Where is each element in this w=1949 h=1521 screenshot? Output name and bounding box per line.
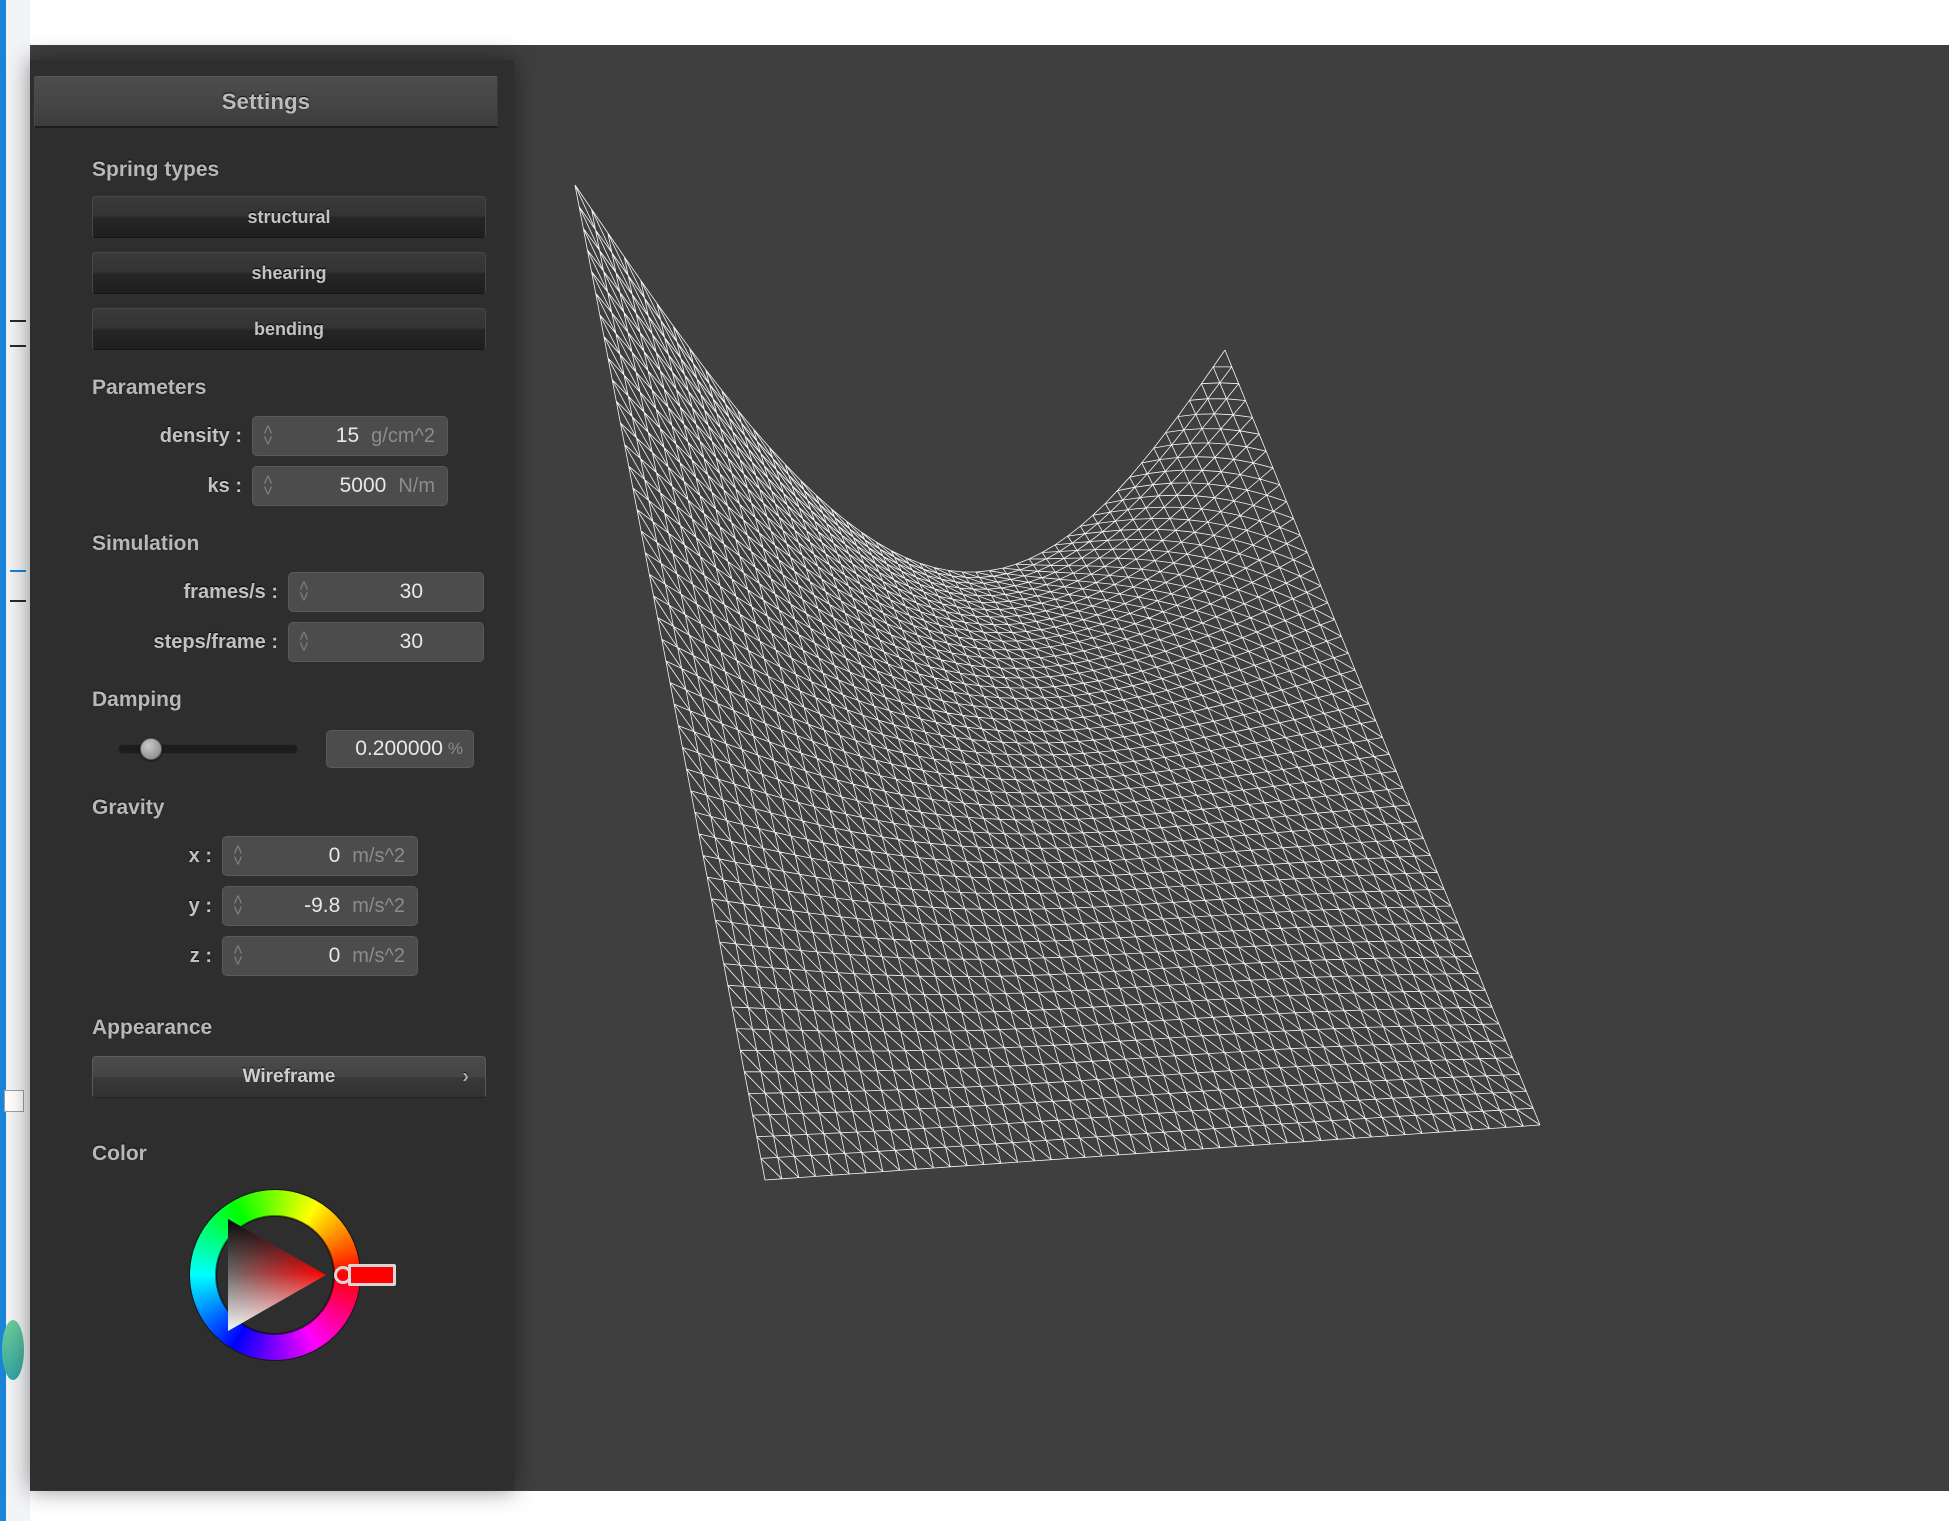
damping-unit: % xyxy=(447,739,463,758)
appearance-mode-label: Wireframe xyxy=(242,1066,336,1087)
gravity-y-unit: m/s^2 xyxy=(352,894,405,917)
field-row-ks: ks : ˄ ˅ 5000 N/m xyxy=(92,466,514,506)
settings-panel: Settings Spring types structural shearin… xyxy=(30,60,514,1490)
field-row-frames-per-second: frames/s : ˄ ˅ 30 xyxy=(92,572,514,612)
spin-down-icon[interactable]: ˅ xyxy=(299,588,309,604)
spring-type-structural-button[interactable]: structural xyxy=(92,196,486,238)
spinner-arrows-icon[interactable]: ˄ ˅ xyxy=(233,942,243,969)
spinner-arrows-icon[interactable]: ˄ ˅ xyxy=(263,472,273,499)
steps-per-frame-value: 30 xyxy=(399,630,423,653)
gravity-y-label: y : xyxy=(188,894,212,917)
spin-down-icon[interactable]: ˅ xyxy=(233,952,243,968)
gravity-y-spinbox[interactable]: ˄ ˅ -9.8 m/s^2 xyxy=(222,886,418,926)
spinner-arrows-icon[interactable]: ˄ ˅ xyxy=(233,892,243,919)
section-header-appearance: Appearance xyxy=(92,1016,213,1039)
gravity-z-unit: m/s^2 xyxy=(352,944,405,967)
density-label: density : xyxy=(159,424,242,447)
damping-slider[interactable] xyxy=(118,738,298,760)
spin-down-icon[interactable]: ˅ xyxy=(233,852,243,868)
field-row-steps-per-frame: steps/frame : ˄ ˅ 30 xyxy=(92,622,514,662)
field-row-gravity-z: z : ˄ ˅ 0 m/s^2 xyxy=(92,936,514,976)
background-window-accent-bar xyxy=(0,0,6,1521)
panel-body: Spring types structural shearing bending… xyxy=(30,130,514,1490)
section-header-simulation: Simulation xyxy=(92,532,200,555)
frames-per-second-label: frames/s : xyxy=(183,580,279,603)
background-window xyxy=(0,0,30,1521)
spring-type-bending-button[interactable]: bending xyxy=(92,308,486,350)
panel-titlebar[interactable]: Settings xyxy=(34,76,498,128)
spring-type-shearing-button[interactable]: shearing xyxy=(92,252,486,294)
steps-per-frame-spinbox[interactable]: ˄ ˅ 30 xyxy=(288,622,484,662)
frames-per-second-value: 30 xyxy=(399,580,423,603)
app-root: Settings Spring types structural shearin… xyxy=(0,0,1949,1521)
spinner-arrows-icon[interactable]: ˄ ˅ xyxy=(299,578,309,605)
spin-down-icon[interactable]: ˅ xyxy=(263,482,273,498)
damping-value-field[interactable]: 0.200000 % xyxy=(326,730,474,768)
gravity-z-label: z : xyxy=(189,944,212,967)
field-row-gravity-x: x : ˄ ˅ 0 m/s^2 xyxy=(92,836,514,876)
gravity-z-spinbox[interactable]: ˄ ˅ 0 m/s^2 xyxy=(222,936,418,976)
panel-title: Settings xyxy=(221,88,311,114)
field-row-density: density : ˄ ˅ 15 g/cm^2 xyxy=(92,416,514,456)
density-unit: g/cm^2 xyxy=(371,424,435,447)
section-header-gravity: Gravity xyxy=(92,796,165,819)
density-spinbox[interactable]: ˄ ˅ 15 g/cm^2 xyxy=(252,416,448,456)
section-header-spring-types: Spring types xyxy=(92,158,220,181)
spinner-arrows-icon[interactable]: ˄ ˅ xyxy=(233,842,243,869)
field-row-gravity-y: y : ˄ ˅ -9.8 m/s^2 xyxy=(92,886,514,926)
spin-down-icon[interactable]: ˅ xyxy=(263,432,273,448)
spin-down-icon[interactable]: ˅ xyxy=(233,902,243,918)
ks-spinbox[interactable]: ˄ ˅ 5000 N/m xyxy=(252,466,448,506)
ks-value: 5000 xyxy=(339,474,387,497)
spinner-arrows-icon[interactable]: ˄ ˅ xyxy=(299,628,309,655)
background-text-line xyxy=(10,320,26,322)
gravity-x-unit: m/s^2 xyxy=(352,844,405,867)
selected-color-swatch[interactable] xyxy=(348,1264,396,1286)
background-text-line xyxy=(10,345,26,347)
damping-value: 0.200000 xyxy=(355,737,443,760)
gravity-x-label: x : xyxy=(188,844,212,867)
spin-down-icon[interactable]: ˅ xyxy=(299,638,309,654)
damping-row: 0.200000 % xyxy=(118,730,514,768)
background-text-line xyxy=(10,570,26,572)
damping-slider-knob[interactable] xyxy=(140,738,163,760)
ks-label: ks : xyxy=(207,474,242,497)
background-checkbox xyxy=(4,1090,24,1112)
steps-per-frame-label: steps/frame : xyxy=(153,630,279,653)
ks-unit: N/m xyxy=(398,474,435,497)
appearance-mode-button[interactable]: Wireframe › xyxy=(92,1056,486,1098)
frames-per-second-spinbox[interactable]: ˄ ˅ 30 xyxy=(288,572,484,612)
color-wheel-picker[interactable] xyxy=(190,1190,396,1360)
chevron-right-icon: › xyxy=(462,1065,469,1088)
section-header-damping: Damping xyxy=(92,688,182,711)
gravity-x-spinbox[interactable]: ˄ ˅ 0 m/s^2 xyxy=(222,836,418,876)
background-avatar xyxy=(2,1320,24,1380)
section-header-color: Color xyxy=(92,1142,147,1165)
background-text-line xyxy=(10,600,26,602)
spinner-arrows-icon[interactable]: ˄ ˅ xyxy=(263,422,273,449)
section-header-parameters: Parameters xyxy=(92,376,207,399)
